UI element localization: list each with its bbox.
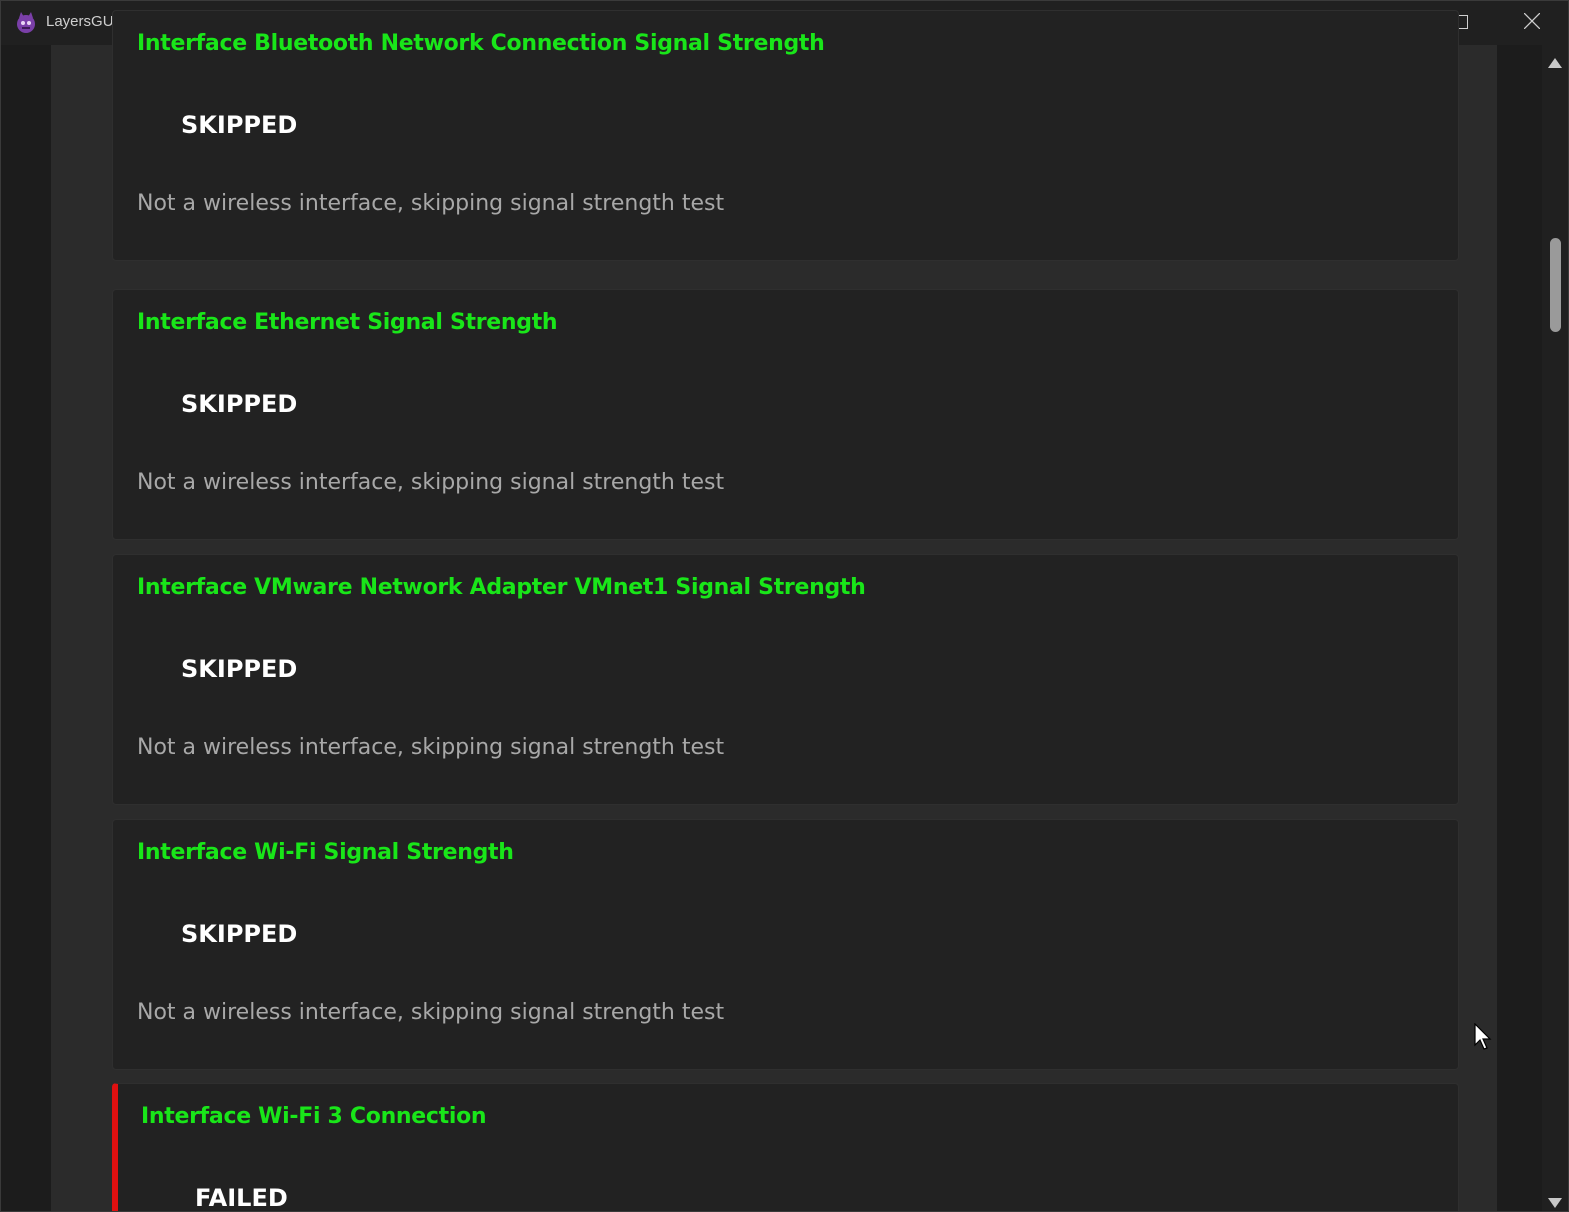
result-message: Not a wireless interface, skipping signa… [137, 191, 725, 216]
result-card-failed: Interface Wi-Fi 3 Connection FAILED [112, 1083, 1459, 1212]
result-message: Not a wireless interface, skipping signa… [137, 470, 725, 495]
result-card: Interface VMware Network Adapter VMnet1 … [112, 554, 1459, 805]
result-title: Interface Wi-Fi Signal Strength [137, 840, 514, 865]
result-title: Interface Wi-Fi 3 Connection [141, 1104, 487, 1129]
layers-mascot-icon [16, 12, 36, 34]
result-status: SKIPPED [181, 655, 298, 683]
result-card: Interface Ethernet Signal Strength SKIPP… [112, 289, 1459, 540]
result-status: SKIPPED [181, 111, 298, 139]
close-icon [1523, 12, 1541, 33]
right-gutter [1497, 45, 1542, 1211]
scroll-down-arrow-icon[interactable] [1548, 1193, 1562, 1208]
result-message: Not a wireless interface, skipping signa… [137, 1000, 725, 1025]
mouse-cursor-icon [1474, 1022, 1492, 1051]
window-title: LayersGUI [46, 13, 118, 30]
result-status: SKIPPED [181, 920, 298, 948]
result-status: FAILED [195, 1184, 288, 1212]
close-button[interactable] [1497, 1, 1567, 45]
scroll-up-arrow-icon[interactable] [1548, 53, 1562, 68]
result-title: Interface Bluetooth Network Connection S… [137, 31, 825, 56]
vertical-scrollbar[interactable] [1542, 45, 1568, 1211]
result-status: SKIPPED [181, 390, 298, 418]
scrollbar-thumb[interactable] [1550, 238, 1561, 332]
result-card: Interface Bluetooth Network Connection S… [112, 10, 1459, 261]
result-title: Interface Ethernet Signal Strength [137, 310, 558, 335]
left-gutter [1, 45, 51, 1211]
result-card: Interface Wi-Fi Signal Strength SKIPPED … [112, 819, 1459, 1070]
result-message: Not a wireless interface, skipping signa… [137, 735, 725, 760]
result-title: Interface VMware Network Adapter VMnet1 … [137, 575, 866, 600]
app-window: LayersGUI Interface Bluetooth Network Co… [0, 0, 1569, 1212]
